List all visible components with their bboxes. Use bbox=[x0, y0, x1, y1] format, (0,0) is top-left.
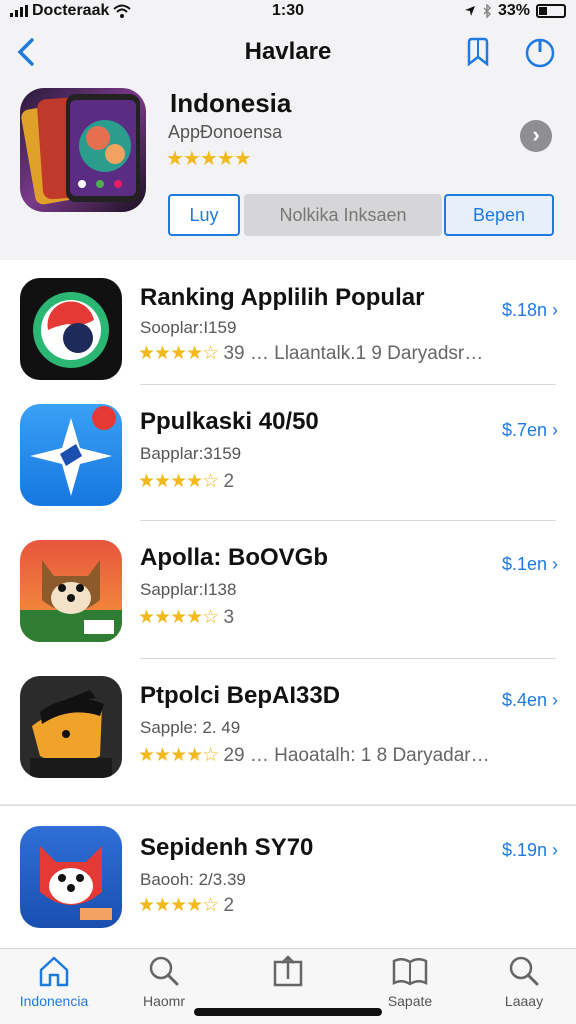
rating-stars: ★★★★☆ bbox=[138, 471, 219, 492]
status-right: 33% bbox=[464, 2, 566, 20]
search-icon bbox=[149, 956, 179, 986]
tab-home[interactable]: Indonencia bbox=[4, 953, 104, 1009]
tab-label: Haomr bbox=[142, 993, 185, 1009]
tab-search-2[interactable]: Laaay bbox=[474, 953, 574, 1009]
section-divider bbox=[0, 804, 576, 806]
app-subtitle: Sapple: 2. 49 bbox=[140, 718, 241, 737]
app-rating: ★★★★☆ 2 bbox=[138, 470, 234, 493]
app-subtitle: Baooh: 2/3.39 bbox=[140, 870, 246, 889]
app-rating: ★★★★☆ 2 bbox=[138, 894, 234, 917]
app-title: Apolla: BoOVGb bbox=[140, 544, 328, 571]
bluetooth-icon bbox=[483, 4, 492, 18]
battery-percent: 33% bbox=[497, 2, 530, 19]
power-icon[interactable] bbox=[522, 34, 558, 70]
hero-rating-stars: ★★★★★ bbox=[166, 148, 252, 170]
app-title: Sepidenh SY70 bbox=[140, 834, 314, 861]
price-label: $.7en bbox=[501, 420, 547, 440]
tab-search[interactable]: Haomr bbox=[114, 953, 214, 1009]
share-box-icon bbox=[273, 955, 303, 987]
rating-stars: ★★★★☆ bbox=[138, 895, 219, 916]
tab-share[interactable] bbox=[238, 953, 338, 993]
rating-stars: ★★★★☆ bbox=[138, 607, 219, 628]
app-title: Ptpolci BepAI33D bbox=[140, 682, 341, 709]
header: Havlare Indonesia AppÐonoensa ★★★★★ › Lu… bbox=[0, 24, 576, 260]
app-subtitle: Sapplar:I138 bbox=[140, 580, 237, 599]
app-icon-3 bbox=[20, 540, 122, 642]
app-icon-4 bbox=[20, 676, 122, 778]
rating-stars: ★★★★☆ bbox=[138, 343, 219, 364]
hero-subtitle: AppÐonoensa bbox=[168, 122, 283, 142]
price-label: $.18n bbox=[501, 300, 547, 320]
app-icon-5 bbox=[20, 826, 122, 928]
book-icon bbox=[392, 958, 428, 986]
hero-title: Indonesia bbox=[170, 88, 292, 118]
segment-luy[interactable]: Luy bbox=[168, 194, 240, 236]
app-title: Ppulkaski 40/50 bbox=[140, 408, 319, 435]
price-label: $.1en bbox=[501, 554, 547, 574]
status-bar: Docteraak 1:30 33% bbox=[0, 0, 576, 24]
divider bbox=[140, 658, 556, 659]
tab-label: Laaay bbox=[504, 993, 544, 1009]
rating-text: 39 … Llaantalk.1 9 Daryadsr… bbox=[223, 343, 484, 364]
price-button[interactable]: $.4en › bbox=[502, 690, 558, 711]
app-subtitle: Bapplar:3159 bbox=[140, 444, 242, 463]
home-indicator[interactable] bbox=[194, 1008, 382, 1016]
rating-text: 2 bbox=[223, 471, 235, 492]
search-icon bbox=[509, 956, 539, 986]
divider bbox=[140, 384, 556, 385]
tab-label: Indonencia bbox=[19, 993, 89, 1009]
segment-bepen[interactable]: Bepen bbox=[444, 194, 554, 236]
divider bbox=[140, 520, 556, 521]
price-button[interactable]: $.19n › bbox=[502, 840, 558, 861]
tab-updates[interactable]: Sapate bbox=[360, 953, 460, 1009]
app-rating: ★★★★☆ 3 bbox=[138, 606, 234, 629]
battery-icon bbox=[536, 4, 566, 18]
rating-text: 2 bbox=[223, 895, 235, 916]
app-icon-2 bbox=[20, 404, 122, 506]
tab-label: Sapate bbox=[387, 993, 433, 1009]
price-label: $.19n bbox=[501, 840, 547, 860]
rating-text: 29 … Haoatalh: 1 8 Daryadar… bbox=[223, 745, 490, 766]
price-button[interactable]: $.1en › bbox=[502, 554, 558, 575]
segment-nolkika[interactable]: Nolkika Inksaen bbox=[244, 194, 442, 236]
location-icon bbox=[464, 6, 475, 16]
rating-text: 3 bbox=[223, 607, 235, 628]
price-button[interactable]: $.18n › bbox=[502, 300, 558, 321]
rating-stars: ★★★★☆ bbox=[138, 745, 219, 766]
app-title: Ranking Applilih Popular bbox=[140, 284, 425, 311]
price-button[interactable]: $.7en › bbox=[502, 420, 558, 441]
app-rating: ★★★★☆ 29 … Haoatalh: 1 8 Daryadar… bbox=[138, 744, 490, 767]
price-label: $.4en bbox=[501, 690, 547, 710]
bookmark-icon[interactable] bbox=[460, 34, 496, 70]
app-icon-1 bbox=[20, 278, 122, 380]
app-rating: ★★★★☆ 39 … Llaantalk.1 9 Daryadsr… bbox=[138, 342, 483, 365]
hero-app-icon[interactable] bbox=[20, 88, 146, 212]
app-subtitle: Sooplar:I159 bbox=[140, 318, 237, 337]
chevron-right-icon[interactable]: › bbox=[520, 120, 552, 152]
home-icon bbox=[39, 956, 69, 987]
